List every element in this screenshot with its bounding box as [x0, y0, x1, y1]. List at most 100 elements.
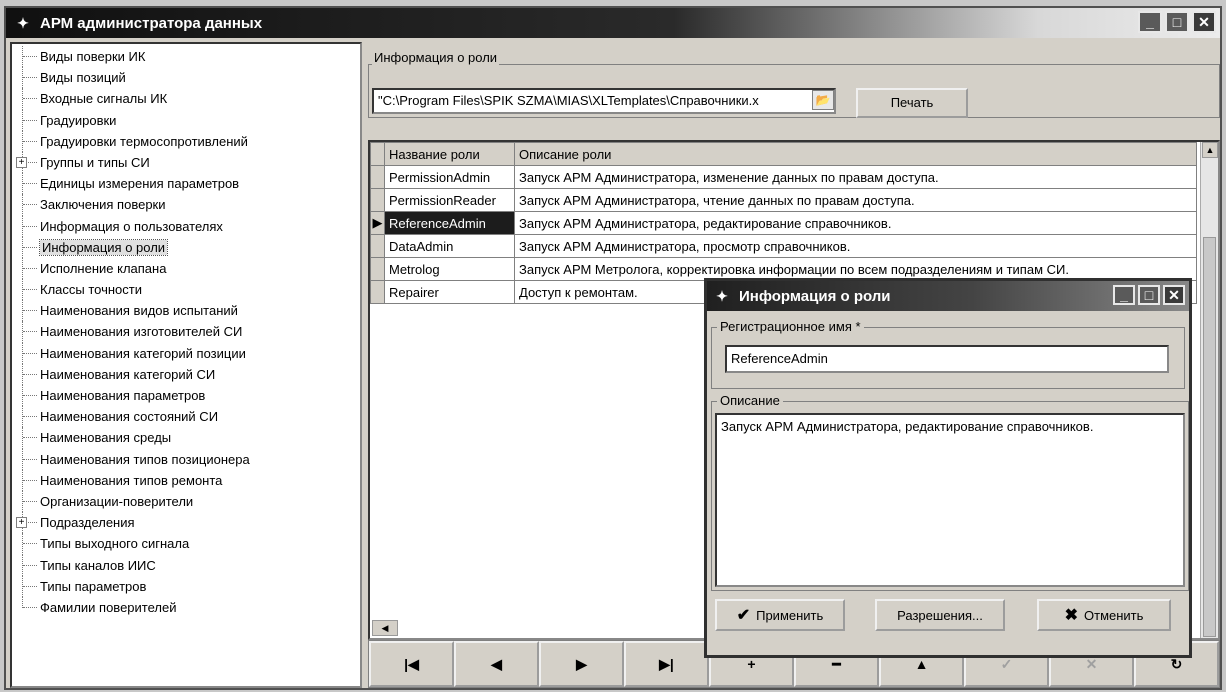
tree-item[interactable]: Заключения поверки: [12, 194, 360, 216]
tree-item-label: Наименования категорий СИ: [40, 366, 216, 382]
tree-item-label: Наименования категорий позиции: [40, 345, 246, 361]
table-row[interactable]: DataAdmin Запуск АРМ Администратора, прос…: [370, 234, 1197, 258]
tree-item[interactable]: Типы каналов ИИС: [12, 554, 360, 576]
tree-item-label: Наименования параметров: [40, 388, 206, 403]
tree-item-label: Виды поверки ИК: [40, 49, 146, 64]
open-folder-icon[interactable]: 📂: [812, 90, 834, 110]
apply-label: Применить: [756, 607, 824, 623]
tree-item[interactable]: Виды поверки ИК: [12, 46, 360, 68]
tree-item[interactable]: Наименования категорий позиции: [12, 342, 360, 365]
tree-item[interactable]: + Группы и типы СИ: [12, 151, 360, 174]
tree-item[interactable]: Информация о роли: [12, 236, 360, 259]
tree-item[interactable]: Исполнение клапана: [12, 257, 360, 280]
title-bar[interactable]: ✦ АРМ администратора данных _ □ ✕: [6, 8, 1220, 38]
tree-item[interactable]: Наименования категорий СИ: [12, 363, 360, 386]
role-description-cell[interactable]: Запуск АРМ Администратора, просмотр спра…: [514, 234, 1197, 258]
tree-item[interactable]: Наименования видов испытаний: [12, 300, 360, 322]
role-description-cell[interactable]: Запуск АРМ Администратора, чтение данных…: [514, 188, 1197, 212]
dialog-title-bar[interactable]: ✦ Информация о роли _ □ ✕: [707, 281, 1189, 311]
column-header-name[interactable]: Название роли: [384, 142, 515, 166]
template-path-field[interactable]: "C:\Program Files\SPIK SZMA\MIAS\XLTempl…: [372, 88, 836, 114]
tree-item[interactable]: Классы точности: [12, 279, 360, 301]
tree-item-label: Исполнение клапана: [40, 260, 167, 276]
tree-item[interactable]: Типы выходного сигнала: [12, 533, 360, 555]
dialog-app-icon: ✦: [716, 287, 728, 304]
row-indicator-header: [370, 142, 385, 166]
row-indicator: [370, 188, 385, 212]
tree-item[interactable]: Наименования параметров: [12, 385, 360, 407]
table-row[interactable]: PermissionAdmin Запуск АРМ Администратора…: [370, 165, 1197, 189]
row-indicator: [370, 234, 385, 258]
description-textarea[interactable]: Запуск АРМ Администратора, редактировани…: [715, 413, 1185, 587]
dialog-maximize-button[interactable]: □: [1138, 285, 1160, 305]
role-name-cell[interactable]: DataAdmin: [384, 234, 515, 258]
tree-item[interactable]: Фамилии поверителей: [12, 596, 360, 618]
tree-item-label: Наименования типов ремонта: [40, 472, 223, 488]
nav-next-button[interactable]: ▶: [539, 641, 624, 687]
description-label: Описание: [717, 393, 783, 408]
apply-button[interactable]: ✔ Применить: [715, 599, 845, 631]
reg-name-input[interactable]: ReferenceAdmin: [725, 345, 1169, 373]
dialog-minimize-button[interactable]: _: [1113, 285, 1135, 305]
nav-first-button[interactable]: |◀: [369, 641, 454, 687]
minimize-button[interactable]: _: [1138, 11, 1162, 33]
tree-item[interactable]: Информация о пользователях: [12, 215, 360, 237]
reg-name-label: Регистрационное имя *: [717, 319, 864, 334]
tree-item[interactable]: + Подразделения: [12, 512, 360, 534]
role-description-cell[interactable]: Запуск АРМ Администратора, изменение дан…: [514, 165, 1197, 189]
tree-item-label: Группы и типы СИ: [40, 154, 150, 170]
tree-item[interactable]: Наименования типов ремонта: [12, 469, 360, 492]
tree-item-label: Градуировки термосопротивлений: [40, 133, 248, 149]
permissions-label: Разрешения...: [897, 607, 983, 623]
tree-item[interactable]: Наименования состояний СИ: [12, 406, 360, 428]
grid-header-row: Название роли Описание роли: [370, 142, 1197, 166]
close-button[interactable]: ✕: [1192, 11, 1216, 33]
nav-prior-button[interactable]: ◀: [454, 641, 539, 687]
tree-item-label: Наименования изготовителей СИ: [40, 324, 243, 340]
tree-item[interactable]: Наименования изготовителей СИ: [12, 321, 360, 343]
tree-item-label: Информация о пользователях: [40, 218, 223, 234]
vertical-scrollbar[interactable]: ▲: [1200, 142, 1218, 638]
role-name-cell[interactable]: PermissionReader: [384, 188, 515, 212]
tree-item[interactable]: Входные сигналы ИК: [12, 88, 360, 110]
current-row-pointer-icon: ▶: [370, 211, 385, 235]
cross-icon: ✖: [1064, 607, 1078, 624]
maximize-button[interactable]: □: [1165, 11, 1189, 33]
tree-item[interactable]: Организации-поверители: [12, 490, 360, 513]
tree-item[interactable]: Типы параметров: [12, 575, 360, 598]
scroll-thumb[interactable]: [1203, 237, 1216, 637]
tree-item[interactable]: Наименования среды: [12, 427, 360, 449]
expand-plus-icon[interactable]: +: [16, 156, 27, 168]
tree-item[interactable]: Единицы измерения параметров: [12, 173, 360, 195]
cancel-label: Отменить: [1084, 607, 1144, 623]
role-name-cell[interactable]: PermissionAdmin: [384, 165, 515, 189]
table-row[interactable]: ▶ ReferenceAdmin Запуск АРМ Администратора…: [370, 211, 1197, 235]
tree-item-label: Информация о роли: [38, 238, 169, 256]
tree-item[interactable]: Виды позиций: [12, 67, 360, 89]
role-name-cell[interactable]: Repairer: [384, 280, 515, 304]
role-description-cell[interactable]: Запуск АРМ Администратора, редактировани…: [514, 211, 1197, 235]
print-button[interactable]: Печать: [856, 88, 968, 118]
nav-last-button[interactable]: ▶|: [624, 641, 709, 687]
table-row[interactable]: PermissionReader Запуск АРМ Администратор…: [370, 188, 1197, 212]
role-name-cell[interactable]: ReferenceAdmin: [384, 211, 515, 235]
role-name-cell[interactable]: Metrolog: [384, 257, 515, 281]
row-indicator: [370, 165, 385, 189]
tree-item-label: Фамилии поверителей: [40, 599, 177, 615]
cancel-button[interactable]: ✖ Отменить: [1037, 599, 1171, 631]
reference-tree[interactable]: Виды поверки ИК Виды позиций Входные сигна…: [10, 42, 362, 688]
group-title: Информация о роли: [372, 50, 500, 65]
column-header-description[interactable]: Описание роли: [514, 142, 1197, 166]
tree-item-label: Наименования среды: [40, 430, 172, 446]
scroll-left-icon[interactable]: ◀: [372, 620, 398, 636]
expand-plus-icon[interactable]: +: [16, 517, 27, 529]
tree-item-label: Классы точности: [40, 282, 142, 298]
tree-item[interactable]: Наименования типов позиционера: [12, 448, 360, 470]
row-indicator: [370, 280, 385, 304]
scroll-up-icon[interactable]: ▲: [1202, 142, 1218, 158]
tree-item[interactable]: Градуировки термосопротивлений: [12, 130, 360, 153]
tree-item[interactable]: Градуировки: [12, 109, 360, 131]
dialog-close-button[interactable]: ✕: [1163, 285, 1185, 305]
checkmark-icon: ✔: [736, 607, 751, 624]
permissions-button[interactable]: Разрешения...: [875, 599, 1005, 631]
